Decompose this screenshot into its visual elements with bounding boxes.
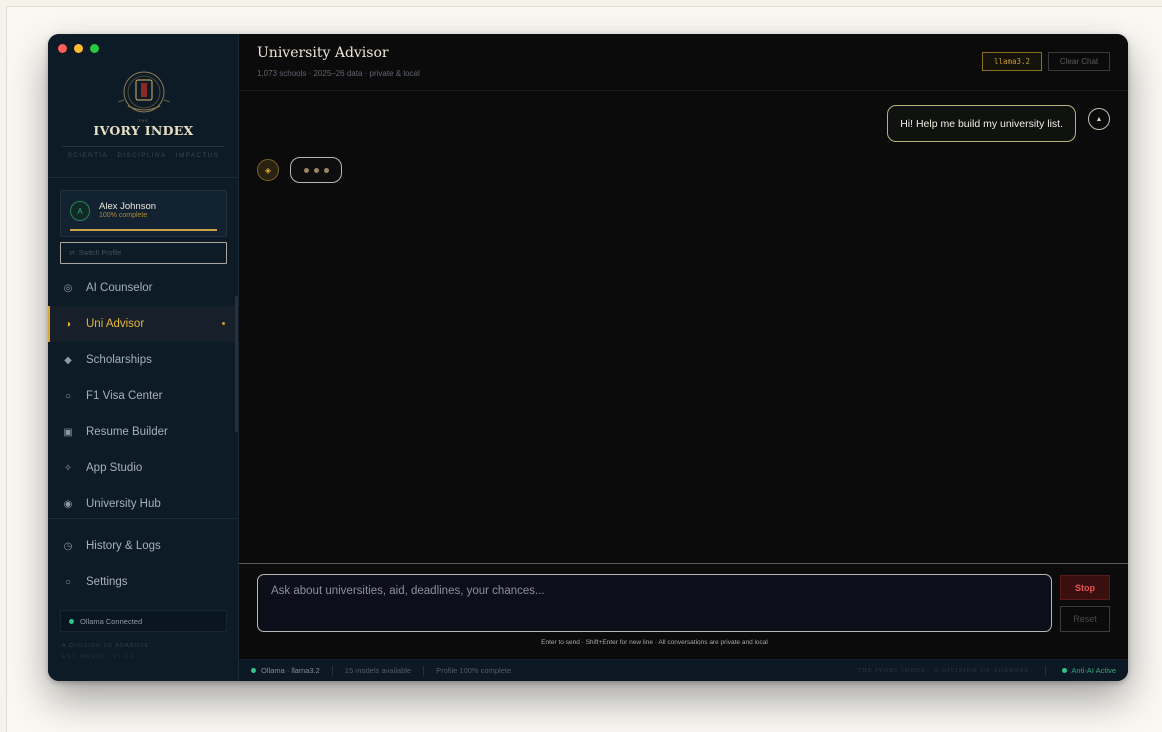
- sidebar-item-label: Resume Builder: [86, 426, 168, 438]
- profile-progress-bar: [70, 229, 217, 231]
- typing-dot: [303, 167, 309, 173]
- switch-profile-label: Switch Profile: [78, 249, 122, 257]
- sidebar-item-uni-advisor[interactable]: ◑ Uni Advisor: [48, 306, 239, 342]
- sidebar-item-ai-counselor[interactable]: ◎ AI Counselor: [48, 270, 239, 306]
- sparkle-icon: ✧: [63, 462, 73, 474]
- window-controls: [58, 44, 99, 53]
- sidebar-item-label: F1 Visa Center: [86, 390, 163, 402]
- close-window-button[interactable]: [58, 44, 67, 53]
- user-avatar-icon: ▲: [1088, 108, 1110, 130]
- sidebar-item-label: AI Counselor: [86, 282, 153, 294]
- document-icon: ▣: [63, 426, 73, 438]
- version-text: EST. MMXXV · V1.0.0: [62, 654, 136, 660]
- sidebar-scrollbar[interactable]: [235, 296, 238, 432]
- sidebar-item-f1-visa-center[interactable]: ○ F1 Visa Center: [48, 378, 239, 414]
- status-model: Ollama · llama3.2: [239, 666, 332, 675]
- reset-button[interactable]: Reset: [1060, 606, 1110, 632]
- typing-dot: [323, 167, 329, 173]
- user-message: Hi! Help me build my university list.: [887, 105, 1076, 142]
- status-brand: THE IVORY INDEX · A DIVISION OF ADAROSE: [857, 667, 1030, 674]
- assistant-avatar-icon: ◈: [257, 159, 279, 181]
- model-selector[interactable]: llama3.2: [982, 52, 1042, 71]
- typing-dot: [313, 167, 319, 173]
- zoom-window-button[interactable]: [90, 44, 99, 53]
- tagline: SCIENTIA · DISCIPLINA · IMPACTUS: [67, 152, 220, 159]
- anti-ai-status: Anti-AI Active: [1046, 666, 1128, 675]
- sidebar-item-label: History & Logs: [86, 540, 161, 552]
- crest-icon: [117, 71, 170, 113]
- sidebar-item-university-hub[interactable]: ◉ University Hub: [48, 486, 239, 522]
- switch-profile-button[interactable]: ⇄ Switch Profile: [60, 242, 227, 264]
- logo: THE IVORY INDEX: [48, 70, 239, 138]
- minimize-window-button[interactable]: [74, 44, 83, 53]
- half-circle-icon: ◑: [64, 318, 72, 330]
- status-dot-icon: [251, 668, 256, 673]
- sidebar-item-app-studio[interactable]: ✧ App Studio: [48, 450, 239, 486]
- status-dot-icon: [69, 618, 74, 624]
- anti-ai-label: Anti-AI Active: [1071, 666, 1116, 675]
- page-title: University Advisor: [257, 45, 389, 61]
- divider: [62, 146, 224, 147]
- sidebar-item-label: Scholarships: [86, 354, 152, 366]
- profile-name: Alex Johnson: [99, 201, 157, 212]
- divider: [239, 563, 1128, 564]
- input-hint: Enter to send · Shift+Enter for new line…: [541, 639, 768, 646]
- status-profile: Profile 100% complete: [436, 666, 512, 675]
- status-right: THE IVORY INDEX · A DIVISION OF ADAROSE …: [857, 665, 1128, 676]
- sidebar-item-history-logs[interactable]: ◷ History & Logs: [48, 528, 239, 564]
- circle-icon: ○: [64, 390, 72, 402]
- status-model-label: Ollama · llama3.2: [261, 666, 320, 675]
- sidebar: THE IVORY INDEX SCIENTIA · DISCIPLINA · …: [48, 34, 239, 681]
- sidebar-secondary-nav: ◷ History & Logs ○ Settings: [48, 528, 239, 600]
- ollama-status: Ollama Connected: [60, 610, 227, 632]
- sidebar-item-label: Uni Advisor: [86, 318, 145, 330]
- typing-indicator: [290, 157, 342, 183]
- status-bar: Ollama · llama3.2 15 models available Pr…: [239, 659, 1128, 681]
- divider: [48, 177, 238, 178]
- profile-completion: 100% complete: [99, 212, 148, 219]
- division-text: A DIVISION OF ADAROSE: [62, 643, 150, 649]
- gear-icon: ○: [64, 576, 72, 588]
- profile-card[interactable]: A Alex Johnson 100% complete: [60, 190, 227, 237]
- app-window: THE IVORY INDEX SCIENTIA · DISCIPLINA · …: [48, 34, 1128, 681]
- logo-text: IVORY INDEX: [93, 123, 194, 138]
- radio-icon: ◉: [63, 498, 73, 510]
- header: University Advisor 1,073 schools · 2025–…: [239, 34, 1128, 91]
- divider: [48, 518, 238, 519]
- page-subtitle: 1,073 schools · 2025–26 data · private &…: [257, 69, 420, 78]
- status-dot-icon: [1062, 668, 1068, 673]
- target-icon: ◎: [63, 282, 73, 294]
- stop-button[interactable]: Stop: [1060, 575, 1110, 600]
- sidebar-item-resume-builder[interactable]: ▣ Resume Builder: [48, 414, 239, 450]
- sidebar-item-label: App Studio: [86, 462, 143, 474]
- clear-chat-button[interactable]: Clear Chat: [1048, 52, 1110, 71]
- ollama-status-label: Ollama Connected: [80, 616, 143, 626]
- sidebar-item-settings[interactable]: ○ Settings: [48, 564, 239, 600]
- sidebar-item-label: Settings: [86, 576, 128, 588]
- sidebar-item-scholarships[interactable]: ◆ Scholarships: [48, 342, 239, 378]
- avatar: A: [70, 201, 90, 221]
- main-panel: University Advisor 1,073 schools · 2025–…: [239, 34, 1128, 681]
- profile-progress-fill: [70, 229, 217, 231]
- message-input[interactable]: Ask about universities, aid, deadlines, …: [257, 574, 1052, 632]
- status-models-available: 15 models available: [344, 666, 412, 675]
- sidebar-nav: ◎ AI Counselor ◑ Uni Advisor ◆ Scholarsh…: [48, 270, 239, 522]
- active-indicator: [222, 322, 225, 325]
- clock-icon: ◷: [63, 540, 73, 552]
- sidebar-item-label: University Hub: [86, 498, 161, 510]
- switch-icon: ⇄: [69, 250, 75, 257]
- diamond-icon: ◆: [64, 354, 72, 366]
